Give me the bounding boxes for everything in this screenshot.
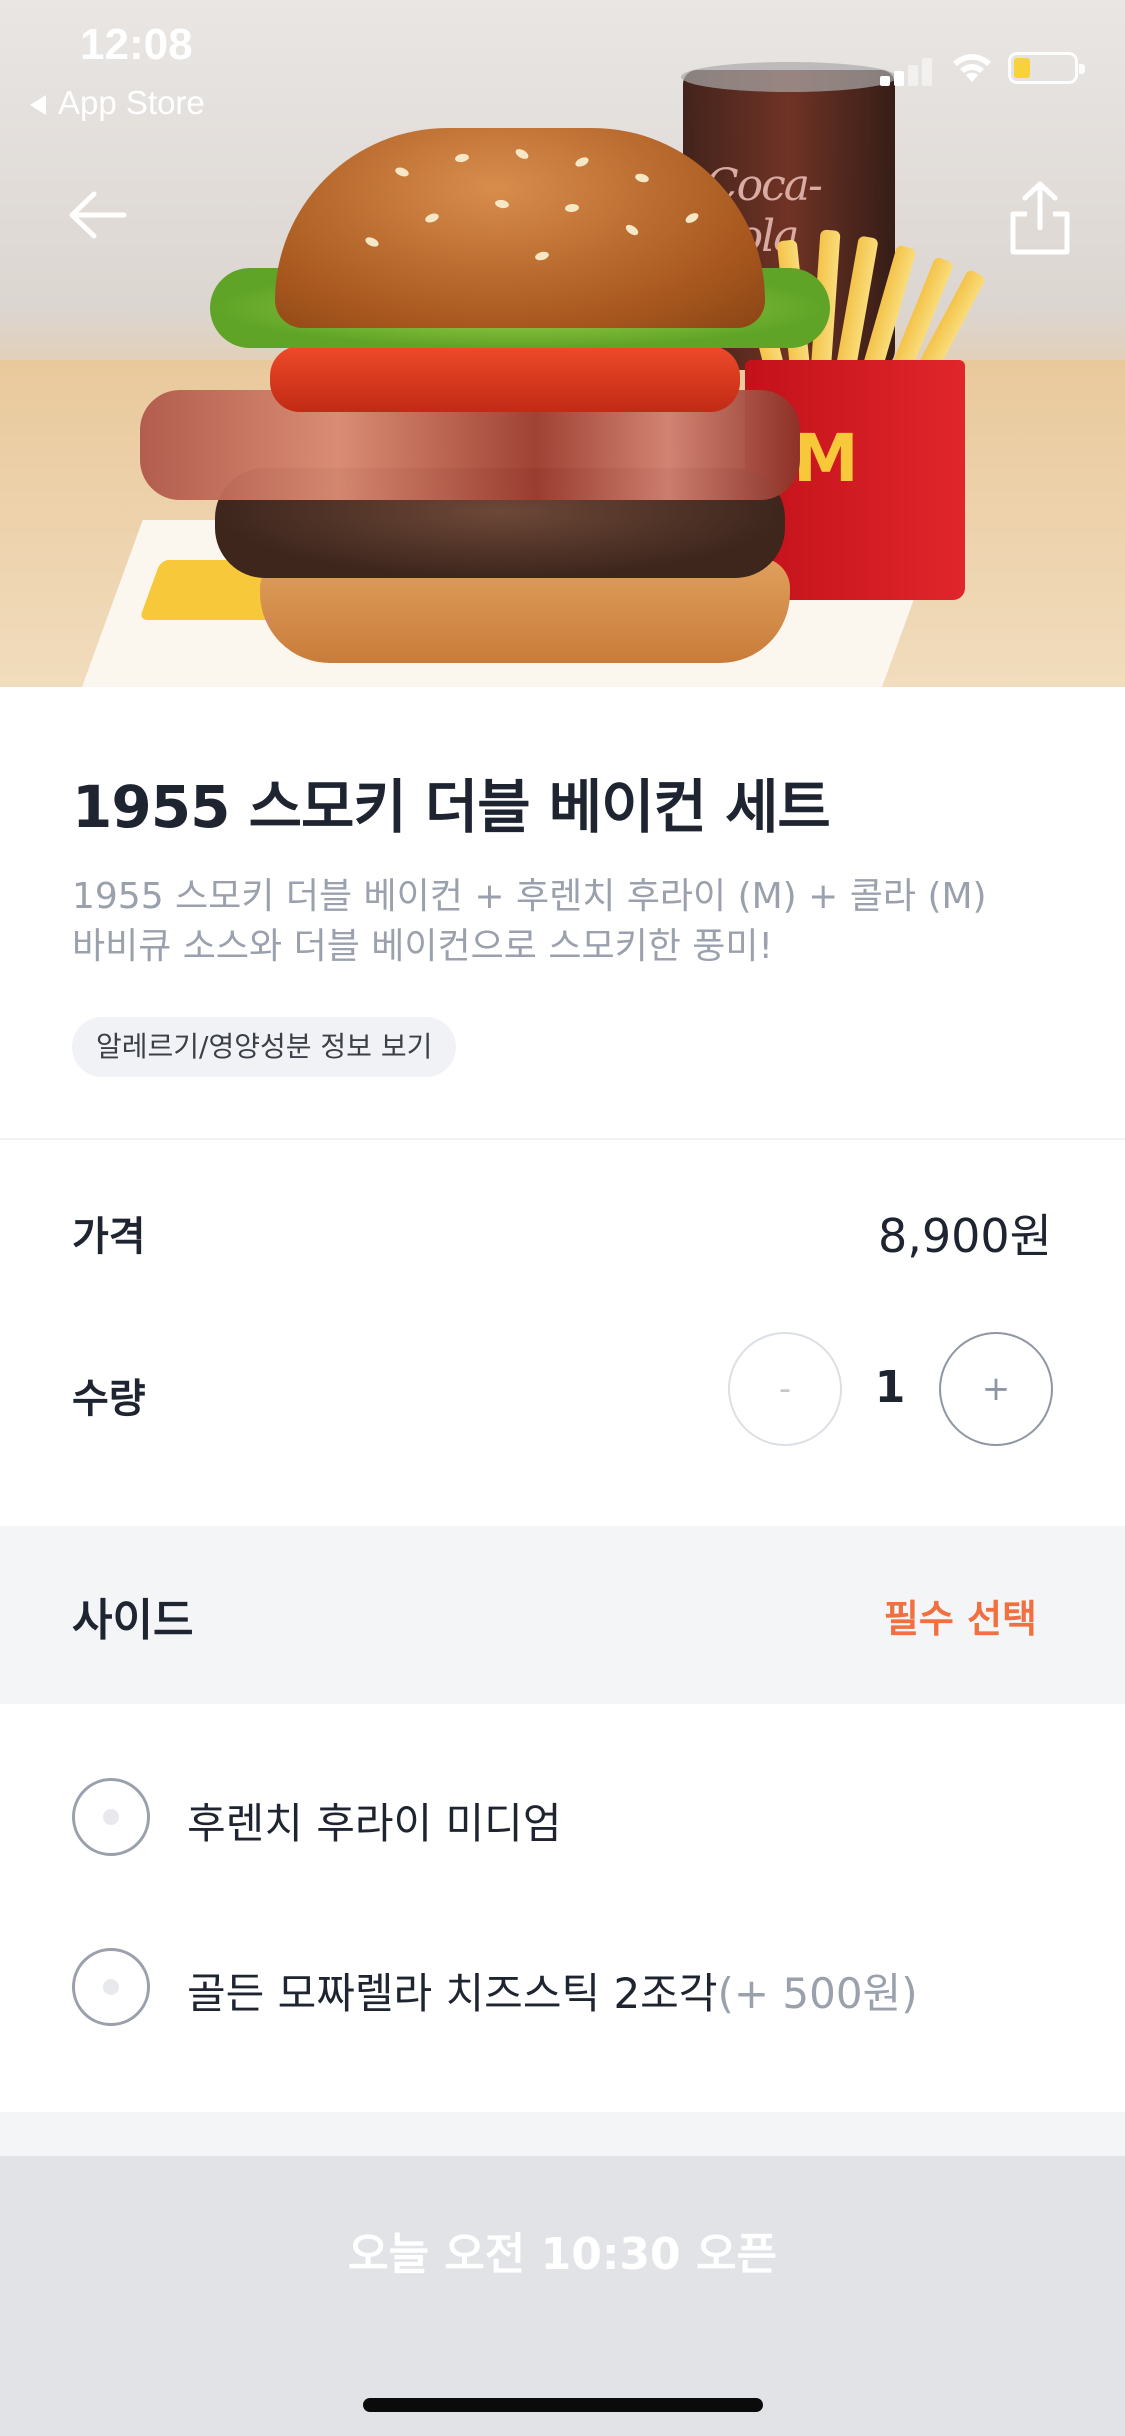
- back-triangle-icon: [30, 95, 46, 116]
- product-description: 1955 스모키 더블 베이컨 + 후렌치 후라이 (M) + 콜라 (M) 바…: [72, 872, 1072, 972]
- sesame-seed: [363, 235, 381, 249]
- signal-bar: [894, 71, 904, 86]
- cellular-signal-icon: [880, 58, 936, 86]
- sesame-seed: [394, 165, 410, 179]
- sesame-seed: [623, 222, 641, 238]
- side-option-name: 후렌치 후라이 미디엄: [187, 1799, 562, 1848]
- quantity-value: 1: [874, 1362, 906, 1413]
- arrow-left-icon[interactable]: [62, 180, 132, 250]
- side-option-cheese-sticks[interactable]: 골든 모짜렐라 치즈스틱 2조각(+ 500원): [72, 1948, 1072, 2028]
- order-button-disabled[interactable]: 오늘 오전 10:30 오픈: [0, 2156, 1125, 2436]
- radio-button[interactable]: [72, 1948, 150, 2026]
- share-icon[interactable]: [1005, 178, 1075, 258]
- back-to-app-link[interactable]: App Store: [30, 84, 205, 122]
- opening-time-label: 오늘 오전 10:30 오픈: [348, 2229, 777, 2280]
- mcdonalds-logo: M: [793, 420, 859, 497]
- home-indicator: [363, 2398, 763, 2412]
- section-gap: [0, 2112, 1125, 2156]
- side-option-label: 골든 모짜렐라 치즈스틱 2조각(+ 500원): [187, 1960, 918, 2021]
- battery-nub: [1079, 64, 1085, 74]
- sesame-seed: [494, 198, 510, 210]
- sesame-seed: [634, 172, 650, 184]
- radio-dot: [103, 1809, 119, 1825]
- description-line: 1955 스모키 더블 베이컨 + 후렌치 후라이 (M) + 콜라 (M): [72, 876, 987, 917]
- price-label: 가격: [72, 1214, 146, 1260]
- battery-level: [1014, 58, 1030, 78]
- signal-bar: [908, 65, 918, 86]
- status-time: 12:08: [80, 20, 193, 69]
- description-line: 바비큐 소스와 더블 베이컨으로 스모키한 풍미!: [72, 926, 773, 967]
- sesame-seed: [424, 211, 440, 225]
- signal-bar: [922, 58, 932, 86]
- sesame-seed: [564, 203, 580, 213]
- side-section-header: 사이드 필수 선택: [0, 1526, 1125, 1704]
- radio-button[interactable]: [72, 1778, 150, 1856]
- sesame-seed: [513, 147, 531, 161]
- side-option-fries[interactable]: 후렌치 후라이 미디엄: [72, 1778, 1072, 1858]
- tomato: [270, 346, 740, 412]
- signal-bar: [880, 76, 890, 86]
- section-divider: [0, 1138, 1125, 1140]
- bun-top: [275, 128, 765, 328]
- sesame-seed: [573, 155, 591, 169]
- quantity-increase-button[interactable]: +: [939, 1332, 1053, 1446]
- wifi-icon: [953, 54, 991, 82]
- plus-icon: +: [981, 1369, 1011, 1409]
- side-option-name: 골든 모짜렐라 치즈스틱 2조각: [187, 1969, 718, 2018]
- allergy-nutrition-button[interactable]: 알레르기/영양성분 정보 보기: [72, 1017, 457, 1077]
- required-badge: 필수 선택: [883, 1597, 1037, 1641]
- radio-dot: [103, 1979, 119, 1995]
- status-bar: 12:08 App Store: [0, 0, 1125, 130]
- side-section-title: 사이드: [72, 1595, 194, 1646]
- quantity-label: 수량: [72, 1376, 146, 1422]
- side-option-extra: (+ 500원): [717, 1969, 918, 2018]
- burger: [140, 128, 830, 668]
- sesame-seed: [454, 152, 470, 164]
- sesame-seed: [534, 250, 550, 262]
- side-option-label: 후렌치 후라이 미디엄: [187, 1790, 561, 1851]
- quantity-decrease-button[interactable]: -: [728, 1332, 842, 1446]
- sesame-seed: [683, 211, 701, 225]
- product-title: 1955 스모키 더블 베이컨 세트: [72, 773, 831, 841]
- back-app-label: App Store: [58, 84, 205, 121]
- price-value: 8,900원: [877, 1209, 1052, 1263]
- battery-icon: [1008, 52, 1085, 84]
- minus-icon: -: [778, 1369, 792, 1409]
